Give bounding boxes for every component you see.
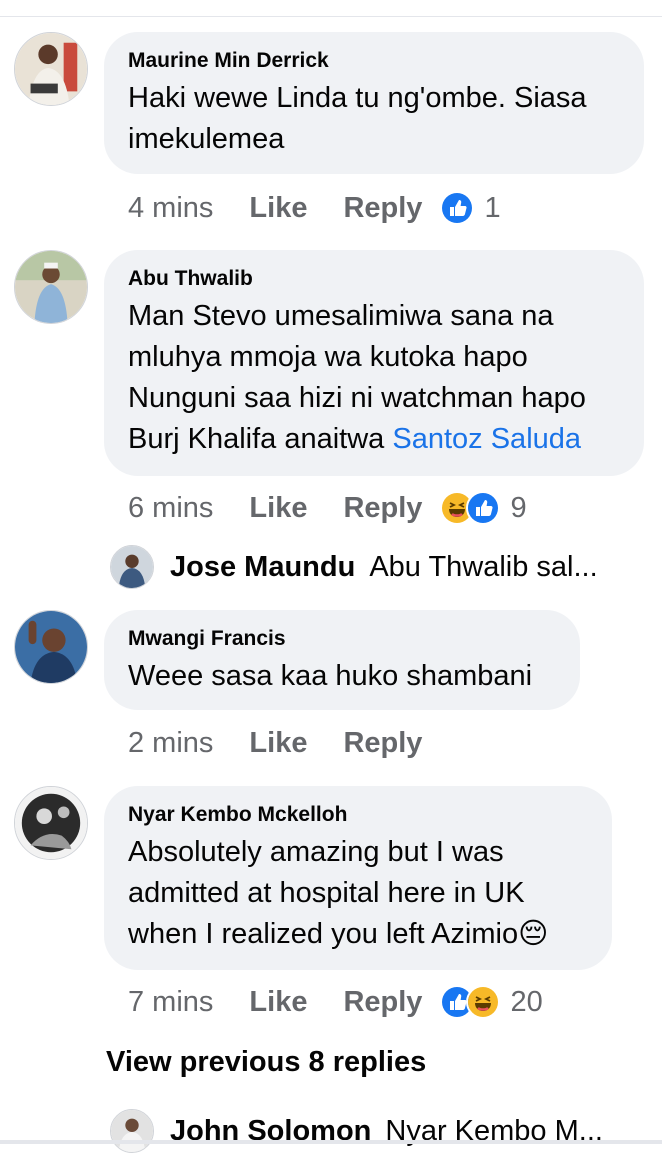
like-button[interactable]: Like (249, 492, 307, 525)
avatar[interactable] (14, 250, 88, 324)
avatar (110, 545, 154, 589)
haha-reaction-icon (466, 985, 501, 1019)
reaction-count: 1 (484, 191, 501, 224)
reply-preview[interactable]: Jose Maundu Abu Thwalib sal... (110, 544, 598, 590)
like-reaction-icon (466, 491, 501, 525)
reaction-count: 9 (510, 491, 527, 524)
reply-preview[interactable]: John Solomon Nyar Kembo M... (110, 1108, 603, 1154)
comment-author[interactable]: Abu Thwalib (128, 266, 620, 292)
comment-bubble: Maurine Min Derrick Haki wewe Linda tu n… (104, 32, 644, 174)
reply-button[interactable]: Reply (343, 986, 422, 1019)
avatar[interactable] (14, 32, 88, 106)
reactions[interactable] (440, 191, 475, 225)
avatar (110, 1109, 154, 1153)
comment-actions: 4 mins Like Reply 1 (128, 188, 501, 228)
like-reaction-icon (440, 191, 475, 225)
comment-time[interactable]: 2 mins (128, 727, 213, 760)
comment-actions: 2 mins Like Reply (128, 723, 440, 763)
comment-time[interactable]: 4 mins (128, 192, 213, 225)
like-button[interactable]: Like (249, 986, 307, 1019)
mention-link[interactable]: Santoz Saluda (392, 423, 581, 455)
reactions[interactable] (440, 985, 501, 1019)
comment-actions: 6 mins Like Reply 9 (128, 488, 527, 528)
like-button[interactable]: Like (249, 192, 307, 225)
comment-bubble: Nyar Kembo Mckelloh Absolutely amazing b… (104, 786, 612, 970)
comment-actions: 7 mins Like Reply 20 (128, 982, 543, 1022)
bottom-divider (0, 1140, 662, 1144)
reaction-count: 20 (510, 985, 543, 1018)
sad-emoji: 😔 (518, 918, 549, 950)
like-button[interactable]: Like (249, 727, 307, 760)
reply-text: Abu Thwalib sal... (369, 550, 598, 583)
comment-author[interactable]: Nyar Kembo Mckelloh (128, 802, 588, 828)
view-previous-replies-link[interactable]: View previous 8 replies (106, 1046, 426, 1079)
avatar[interactable] (14, 786, 88, 860)
comment-text-body: Absolutely amazing but I was admitted at… (128, 836, 525, 950)
comment-time[interactable]: 7 mins (128, 986, 213, 1019)
top-divider (0, 16, 662, 17)
comment-text: Haki wewe Linda tu ng'ombe. Siasa imekul… (128, 82, 587, 155)
reply-button[interactable]: Reply (343, 492, 422, 525)
comment-time[interactable]: 6 mins (128, 492, 213, 525)
reply-author[interactable]: Jose Maundu (170, 551, 355, 584)
reactions[interactable] (440, 491, 501, 525)
comment-author[interactable]: Maurine Min Derrick (128, 48, 620, 74)
comment-bubble: Abu Thwalib Man Stevo umesalimiwa sana n… (104, 250, 644, 476)
comment-text: Man Stevo umesalimiwa sana na mluhya mmo… (128, 296, 620, 460)
comment-author[interactable]: Mwangi Francis (128, 626, 556, 652)
comment-text: Absolutely amazing but I was admitted at… (128, 832, 588, 955)
reply-button[interactable]: Reply (343, 192, 422, 225)
reply-button[interactable]: Reply (343, 727, 422, 760)
comment-text: Weee sasa kaa huko shambani (128, 660, 533, 692)
comment-bubble: Mwangi Francis Weee sasa kaa huko shamba… (104, 610, 580, 710)
avatar[interactable] (14, 610, 88, 684)
